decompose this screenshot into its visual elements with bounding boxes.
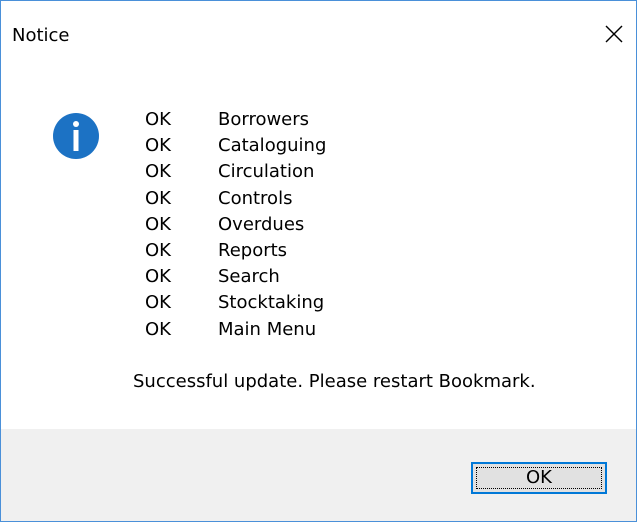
module-name: Controls	[218, 187, 293, 209]
ok-button[interactable]: OK	[471, 462, 607, 494]
list-item: OK Reports	[145, 238, 326, 264]
title-bar: Notice	[1, 1, 636, 73]
module-name: Stocktaking	[218, 292, 325, 314]
dialog-content: OK Borrowers OK Cataloguing OK Circulati…	[1, 73, 636, 429]
module-name: Cataloguing	[218, 135, 327, 157]
info-icon	[53, 113, 99, 159]
module-status: OK	[145, 266, 171, 288]
list-item: OK Controls	[145, 186, 326, 212]
list-item: OK Stocktaking	[145, 290, 326, 316]
button-bar: OK	[1, 429, 636, 521]
module-status: OK	[145, 239, 171, 261]
module-status: OK	[145, 318, 171, 340]
status-message: Successful update. Please restart Bookma…	[133, 371, 536, 392]
module-status: OK	[145, 161, 171, 183]
module-name: Overdues	[218, 213, 305, 235]
ok-button-label: OK	[476, 467, 602, 489]
module-status: OK	[145, 135, 171, 157]
module-name: Main Menu	[218, 318, 317, 340]
list-item: OK Cataloguing	[145, 133, 326, 159]
module-status-list: OK Borrowers OK Cataloguing OK Circulati…	[145, 107, 326, 343]
notice-dialog: Notice OK Borrowers OK Cataloguing OK Ci…	[0, 0, 637, 522]
module-status: OK	[145, 109, 171, 130]
module-status: OK	[145, 187, 171, 209]
window-title: Notice	[12, 25, 70, 46]
list-item: OK Borrowers	[145, 107, 326, 133]
list-item: OK Overdues	[145, 212, 326, 238]
close-icon	[605, 25, 623, 43]
list-item: OK Circulation	[145, 159, 326, 185]
module-name: Reports	[218, 239, 288, 261]
list-item: OK Main Menu	[145, 317, 326, 343]
list-item: OK Search	[145, 264, 326, 290]
close-button[interactable]	[592, 8, 636, 60]
module-name: Circulation	[218, 161, 315, 183]
module-name: Borrowers	[218, 109, 310, 130]
module-name: Search	[218, 266, 280, 288]
module-status: OK	[145, 292, 171, 314]
module-status: OK	[145, 213, 171, 235]
